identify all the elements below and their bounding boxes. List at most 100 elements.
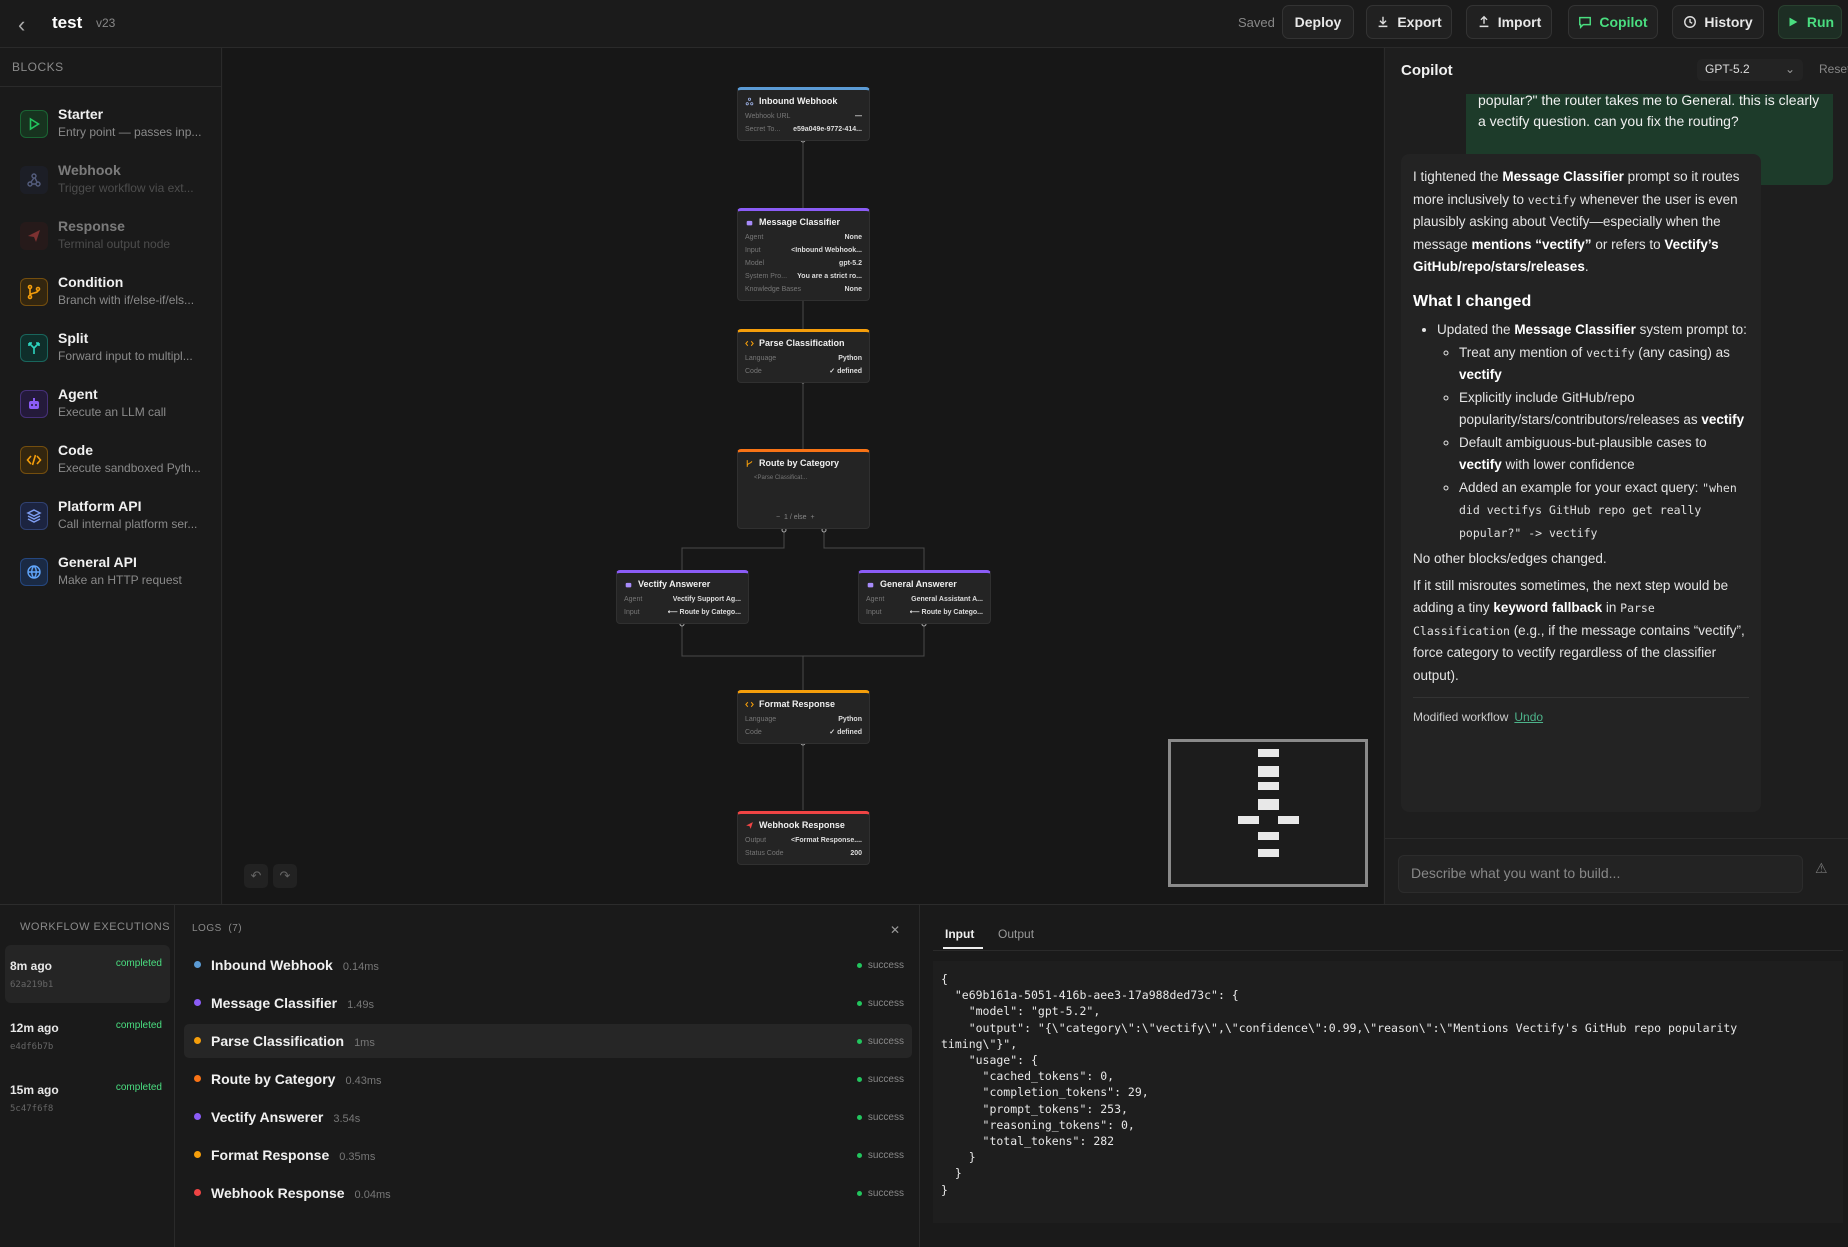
field-label: Input [866, 609, 882, 616]
code-icon [745, 701, 754, 707]
minimap-node [1258, 749, 1279, 757]
node-message-classifier[interactable]: Message Classifier Agent None Input <Inbou… [737, 208, 870, 301]
execution-item[interactable]: 8m ago completed 62a219b1 [5, 945, 170, 1003]
execution-item[interactable]: 15m ago completed 5c47f6f8 [5, 1069, 170, 1127]
node-title: Inbound Webhook [759, 96, 838, 106]
block-general-api[interactable]: General API Make an HTTP request [18, 554, 218, 600]
field-label: Code [745, 729, 762, 736]
copilot-input[interactable]: Describe what you want to build... [1398, 855, 1803, 893]
block-desc: Branch with if/else-if/els... [58, 293, 195, 307]
node-inbound-webhook[interactable]: Inbound Webhook Webhook URL — Secret To..… [737, 87, 870, 141]
copilot-title: Copilot [1401, 62, 1453, 79]
block-name: Split [58, 330, 89, 346]
undo-icon[interactable]: ↶ [244, 864, 268, 888]
workflow-canvas[interactable]: Inbound Webhook Webhook URL — Secret To..… [223, 48, 1383, 904]
copilot-button[interactable]: Copilot [1568, 5, 1658, 39]
minimap-node [1258, 849, 1279, 857]
node-route-by-category[interactable]: Route by Category <Parse Classificat... … [737, 449, 870, 529]
block-name: Agent [58, 386, 98, 402]
user-message-text: popular?" the router takes me to General… [1478, 92, 1820, 129]
reset-button[interactable]: Reset [1819, 62, 1848, 76]
block-desc: Execute sandboxed Pyth... [58, 461, 201, 475]
field-value: Python [838, 716, 862, 723]
divider [0, 86, 222, 87]
status-dot [194, 999, 201, 1006]
deploy-button[interactable]: Deploy [1282, 5, 1354, 39]
field-label: Knowledge Bases [745, 286, 802, 293]
log-status: success [857, 960, 904, 971]
log-row[interactable]: Format Response 0.35ms success [184, 1138, 912, 1172]
log-row[interactable]: Webhook Response 0.04ms success [184, 1176, 912, 1210]
field-value: General Assistant A... [911, 596, 983, 603]
minimap-node [1278, 816, 1299, 824]
workflow-executions: WORKFLOW EXECUTIONS 8m ago completed 62a… [0, 905, 175, 1247]
reply-paragraph: I tightened the Message Classifier promp… [1413, 169, 1740, 274]
field-value: ✓ defined [829, 729, 862, 736]
block-condition[interactable]: Condition Branch with if/else-if/els... [18, 274, 218, 320]
redo-icon[interactable]: ↷ [273, 864, 297, 888]
close-icon[interactable]: ✕ [890, 923, 900, 937]
undo-link[interactable]: Undo [1514, 710, 1543, 724]
log-row[interactable]: Parse Classification 1ms success [184, 1024, 912, 1058]
node-webhook-response[interactable]: Webhook Response Output <Format Response.… [737, 811, 870, 865]
robot-icon [867, 582, 874, 587]
executions-heading: WORKFLOW EXECUTIONS [20, 921, 171, 933]
play-icon [1789, 17, 1798, 27]
back-arrow-icon[interactable]: ‹ [18, 12, 25, 38]
execution-id: 5c47f6f8 [10, 1104, 54, 1114]
block-platform-api[interactable]: Platform API Call internal platform ser.… [18, 498, 218, 544]
webhook-icon [745, 97, 754, 105]
log-row[interactable]: Route by Category 0.43ms success [184, 1062, 912, 1096]
log-row[interactable]: Message Classifier 1.49s success [184, 986, 912, 1020]
log-row[interactable]: Inbound Webhook 0.14ms success [184, 948, 912, 982]
condition-text: <Parse Classificat... [754, 475, 808, 481]
field-value: Python [838, 355, 862, 362]
execution-time: 12m ago [10, 1021, 59, 1035]
code-icon [745, 340, 754, 346]
chat-icon [1579, 16, 1592, 29]
minimap-node [1258, 832, 1279, 840]
tab-input[interactable]: Input [945, 927, 974, 941]
field-label: Language [745, 716, 777, 723]
export-button[interactable]: Export [1366, 5, 1452, 39]
field-value: Vectify Support Ag... [672, 596, 741, 603]
history-label: History [1704, 14, 1753, 30]
robot-icon [625, 582, 632, 587]
field-value: — [855, 113, 862, 120]
block-split[interactable]: Split Forward input to multipl... [18, 330, 218, 376]
node-general-answerer[interactable]: General Answerer Agent General Assistant … [858, 570, 991, 624]
minimap-node [1258, 782, 1279, 790]
history-button[interactable]: History [1672, 5, 1764, 39]
node-parse-classification[interactable]: Parse Classification Language Python Code… [737, 329, 870, 383]
block-agent[interactable]: Agent Execute an LLM call [18, 386, 218, 432]
layers-icon [20, 502, 48, 530]
send-icon[interactable]: ⚠ [1815, 860, 1841, 886]
node-vectify-answerer[interactable]: Vectify Answerer Agent Vectify Support Ag… [616, 570, 749, 624]
robot-icon [746, 220, 753, 225]
block-starter[interactable]: Starter Entry point — passes inp... [18, 106, 218, 152]
node-title: Parse Classification [759, 338, 845, 348]
block-response[interactable]: Response Terminal output node [18, 218, 218, 264]
run-button[interactable]: Run [1778, 5, 1842, 39]
import-button[interactable]: Import [1466, 5, 1552, 39]
log-status: success [857, 1074, 904, 1085]
logs-heading: LOGS (7) [192, 923, 243, 934]
block-code[interactable]: Code Execute sandboxed Pyth... [18, 442, 218, 488]
field-label: Model [745, 260, 765, 267]
field-label: Agent [624, 596, 643, 603]
field-label: Status Code [745, 850, 784, 857]
block-name: Condition [58, 274, 124, 290]
log-row[interactable]: Vectify Answerer 3.54s success [184, 1100, 912, 1134]
block-desc: Entry point — passes inp... [58, 125, 202, 139]
execution-item[interactable]: 12m ago completed e4df6b7b [5, 1007, 170, 1065]
model-select[interactable]: GPT-5.2 ⌄ [1697, 59, 1803, 81]
copilot-label: Copilot [1599, 14, 1648, 30]
tab-output[interactable]: Output [998, 927, 1034, 941]
block-webhook[interactable]: Webhook Trigger workflow via ext... [18, 162, 218, 208]
execution-status: completed [115, 1020, 162, 1031]
minimap[interactable] [1168, 739, 1368, 887]
field-label: Secret To... [745, 126, 781, 133]
node-format-response[interactable]: Format Response Language Python Code ✓ def… [737, 690, 870, 744]
branch-controls[interactable]: − 1 / else + [776, 514, 815, 521]
minimap-node [1258, 766, 1279, 777]
